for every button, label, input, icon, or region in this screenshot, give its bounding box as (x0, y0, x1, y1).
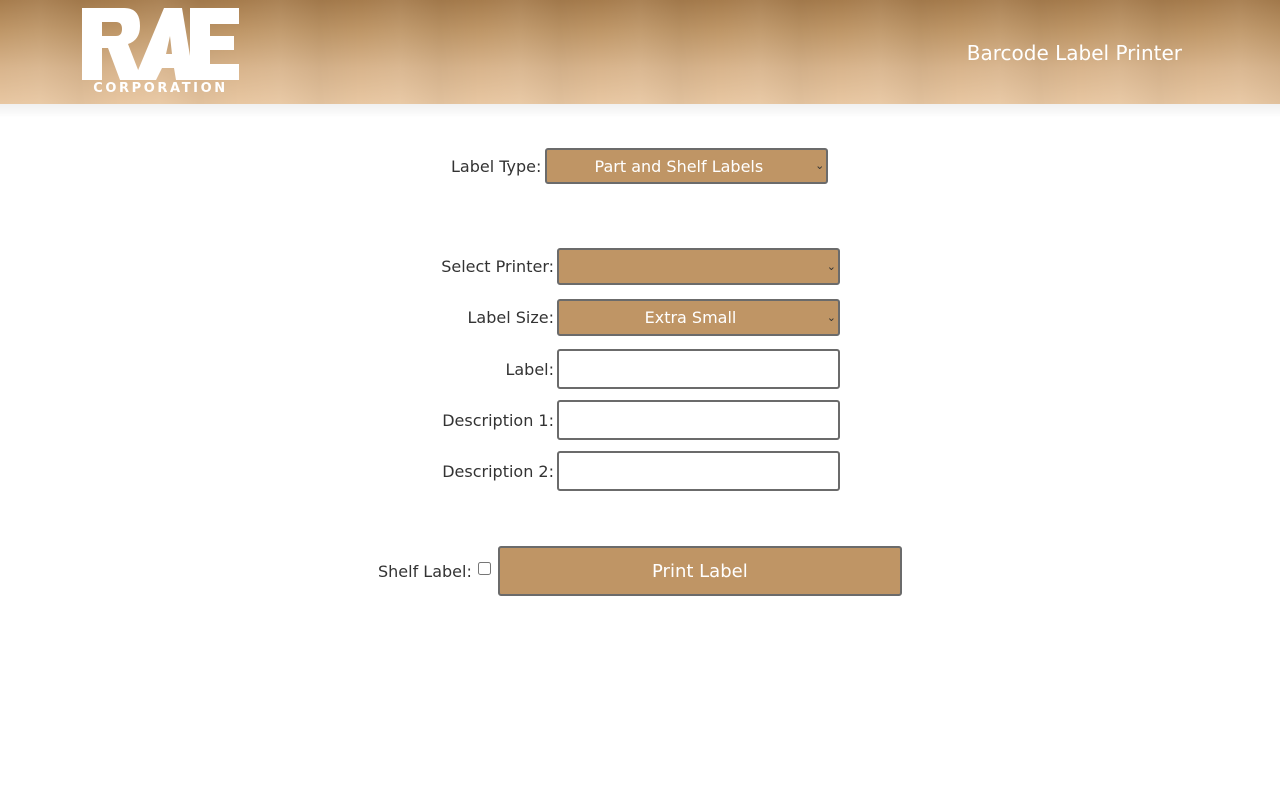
label-row: Label: (440, 349, 840, 389)
label-size-select[interactable]: Extra Small (557, 299, 840, 336)
label-size-select-wrap: Extra Small ⌄ (557, 299, 840, 336)
description2-row: Description 2: (440, 451, 840, 491)
label-input[interactable] (557, 349, 840, 389)
description1-input[interactable] (557, 400, 840, 440)
label-size-row: Label Size: Extra Small ⌄ (440, 299, 840, 336)
description2-label: Description 2: (442, 461, 554, 481)
logo-text: CORPORATION (93, 81, 228, 96)
description1-row: Description 1: (440, 400, 840, 440)
print-label-button[interactable]: Print Label (497, 546, 902, 596)
label-type-label: Label Type: (451, 156, 542, 176)
company-logo[interactable]: CORPORATION (82, 8, 239, 98)
label-size-label: Label Size: (467, 308, 554, 327)
description1-label: Description 1: (442, 410, 554, 430)
print-row: Shelf Label: Print Label (378, 546, 902, 596)
description2-input[interactable] (557, 451, 840, 491)
app-header: CORPORATION Barcode Label Printer (0, 0, 1280, 104)
shelf-label-label: Shelf Label: (378, 561, 472, 581)
label-type-select[interactable]: Part and Shelf Labels (545, 148, 829, 184)
rae-logo-mark (82, 8, 239, 80)
printer-select-wrap: ⌄ (557, 248, 840, 285)
header-shadow (0, 104, 1280, 118)
shelf-label-checkbox[interactable] (477, 561, 491, 575)
select-printer-label: Select Printer: (441, 257, 554, 276)
app-title: Barcode Label Printer (966, 41, 1182, 65)
label-type-select-wrap: Part and Shelf Labels ⌄ (545, 148, 829, 184)
label-field-label: Label: (505, 359, 554, 379)
select-printer-row: Select Printer: ⌄ (440, 248, 840, 285)
printer-select[interactable] (557, 248, 840, 285)
label-type-row: Label Type: Part and Shelf Labels ⌄ (451, 148, 829, 184)
